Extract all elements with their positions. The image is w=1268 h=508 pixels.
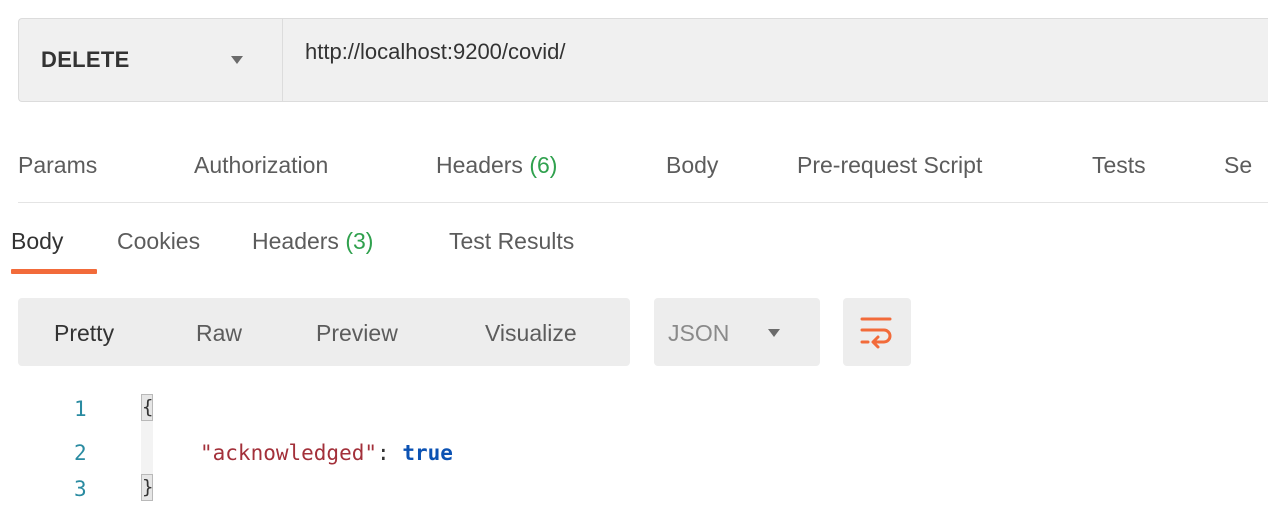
- tab-body[interactable]: Body: [666, 152, 718, 179]
- response-tab-test-results[interactable]: Test Results: [449, 228, 574, 255]
- active-tab-underline: [11, 269, 97, 274]
- response-tab-headers[interactable]: Headers (3): [252, 228, 373, 255]
- response-tabs: Body Cookies Headers (3) Test Results: [11, 226, 711, 278]
- view-mode-group: Pretty Raw Preview Visualize: [18, 298, 630, 366]
- wrap-lines-button[interactable]: [843, 298, 911, 366]
- request-tabs: Params Authorization Headers (6) Body Pr…: [18, 146, 1268, 203]
- format-dropdown[interactable]: JSON: [654, 298, 820, 366]
- json-value: true: [402, 441, 453, 465]
- caret-down-icon: [768, 329, 780, 337]
- line-number: 2: [74, 441, 87, 465]
- json-colon: :: [377, 441, 403, 465]
- method-dropdown[interactable]: DELETE: [19, 19, 283, 101]
- tab-tests[interactable]: Tests: [1092, 152, 1146, 179]
- response-body-viewer: 1 { 2 "acknowledged": true 3 }: [0, 390, 1268, 508]
- view-mode-raw[interactable]: Raw: [196, 320, 242, 347]
- json-entry: "acknowledged": true: [200, 441, 453, 465]
- json-key: "acknowledged": [200, 441, 378, 465]
- tab-settings[interactable]: Se: [1224, 152, 1252, 179]
- line-number: 3: [74, 477, 87, 501]
- tab-headers[interactable]: Headers (6): [436, 152, 557, 179]
- response-headers-count: (3): [345, 228, 374, 254]
- url-bar: DELETE: [18, 18, 1268, 102]
- view-mode-preview[interactable]: Preview: [316, 320, 398, 347]
- code-line: 3 }: [0, 470, 1268, 508]
- method-label: DELETE: [41, 47, 130, 72]
- caret-down-icon: [231, 56, 243, 64]
- view-mode-pretty[interactable]: Pretty: [54, 320, 114, 347]
- line-number: 1: [74, 397, 87, 421]
- tab-pre-request-script[interactable]: Pre-request Script: [797, 152, 982, 179]
- response-tab-body[interactable]: Body: [11, 228, 63, 255]
- code-line: 2 "acknowledged": true: [0, 434, 1268, 472]
- view-mode-visualize[interactable]: Visualize: [485, 320, 577, 347]
- open-brace: {: [141, 394, 153, 421]
- text-wrap-icon: [860, 317, 892, 349]
- tab-authorization[interactable]: Authorization: [194, 152, 328, 179]
- url-input[interactable]: [283, 19, 1268, 101]
- format-label: JSON: [668, 320, 730, 346]
- close-brace: }: [141, 474, 153, 501]
- code-line: 1 {: [0, 390, 1268, 428]
- tab-params[interactable]: Params: [18, 152, 97, 179]
- response-tab-cookies[interactable]: Cookies: [117, 228, 200, 255]
- headers-count: (6): [529, 152, 558, 178]
